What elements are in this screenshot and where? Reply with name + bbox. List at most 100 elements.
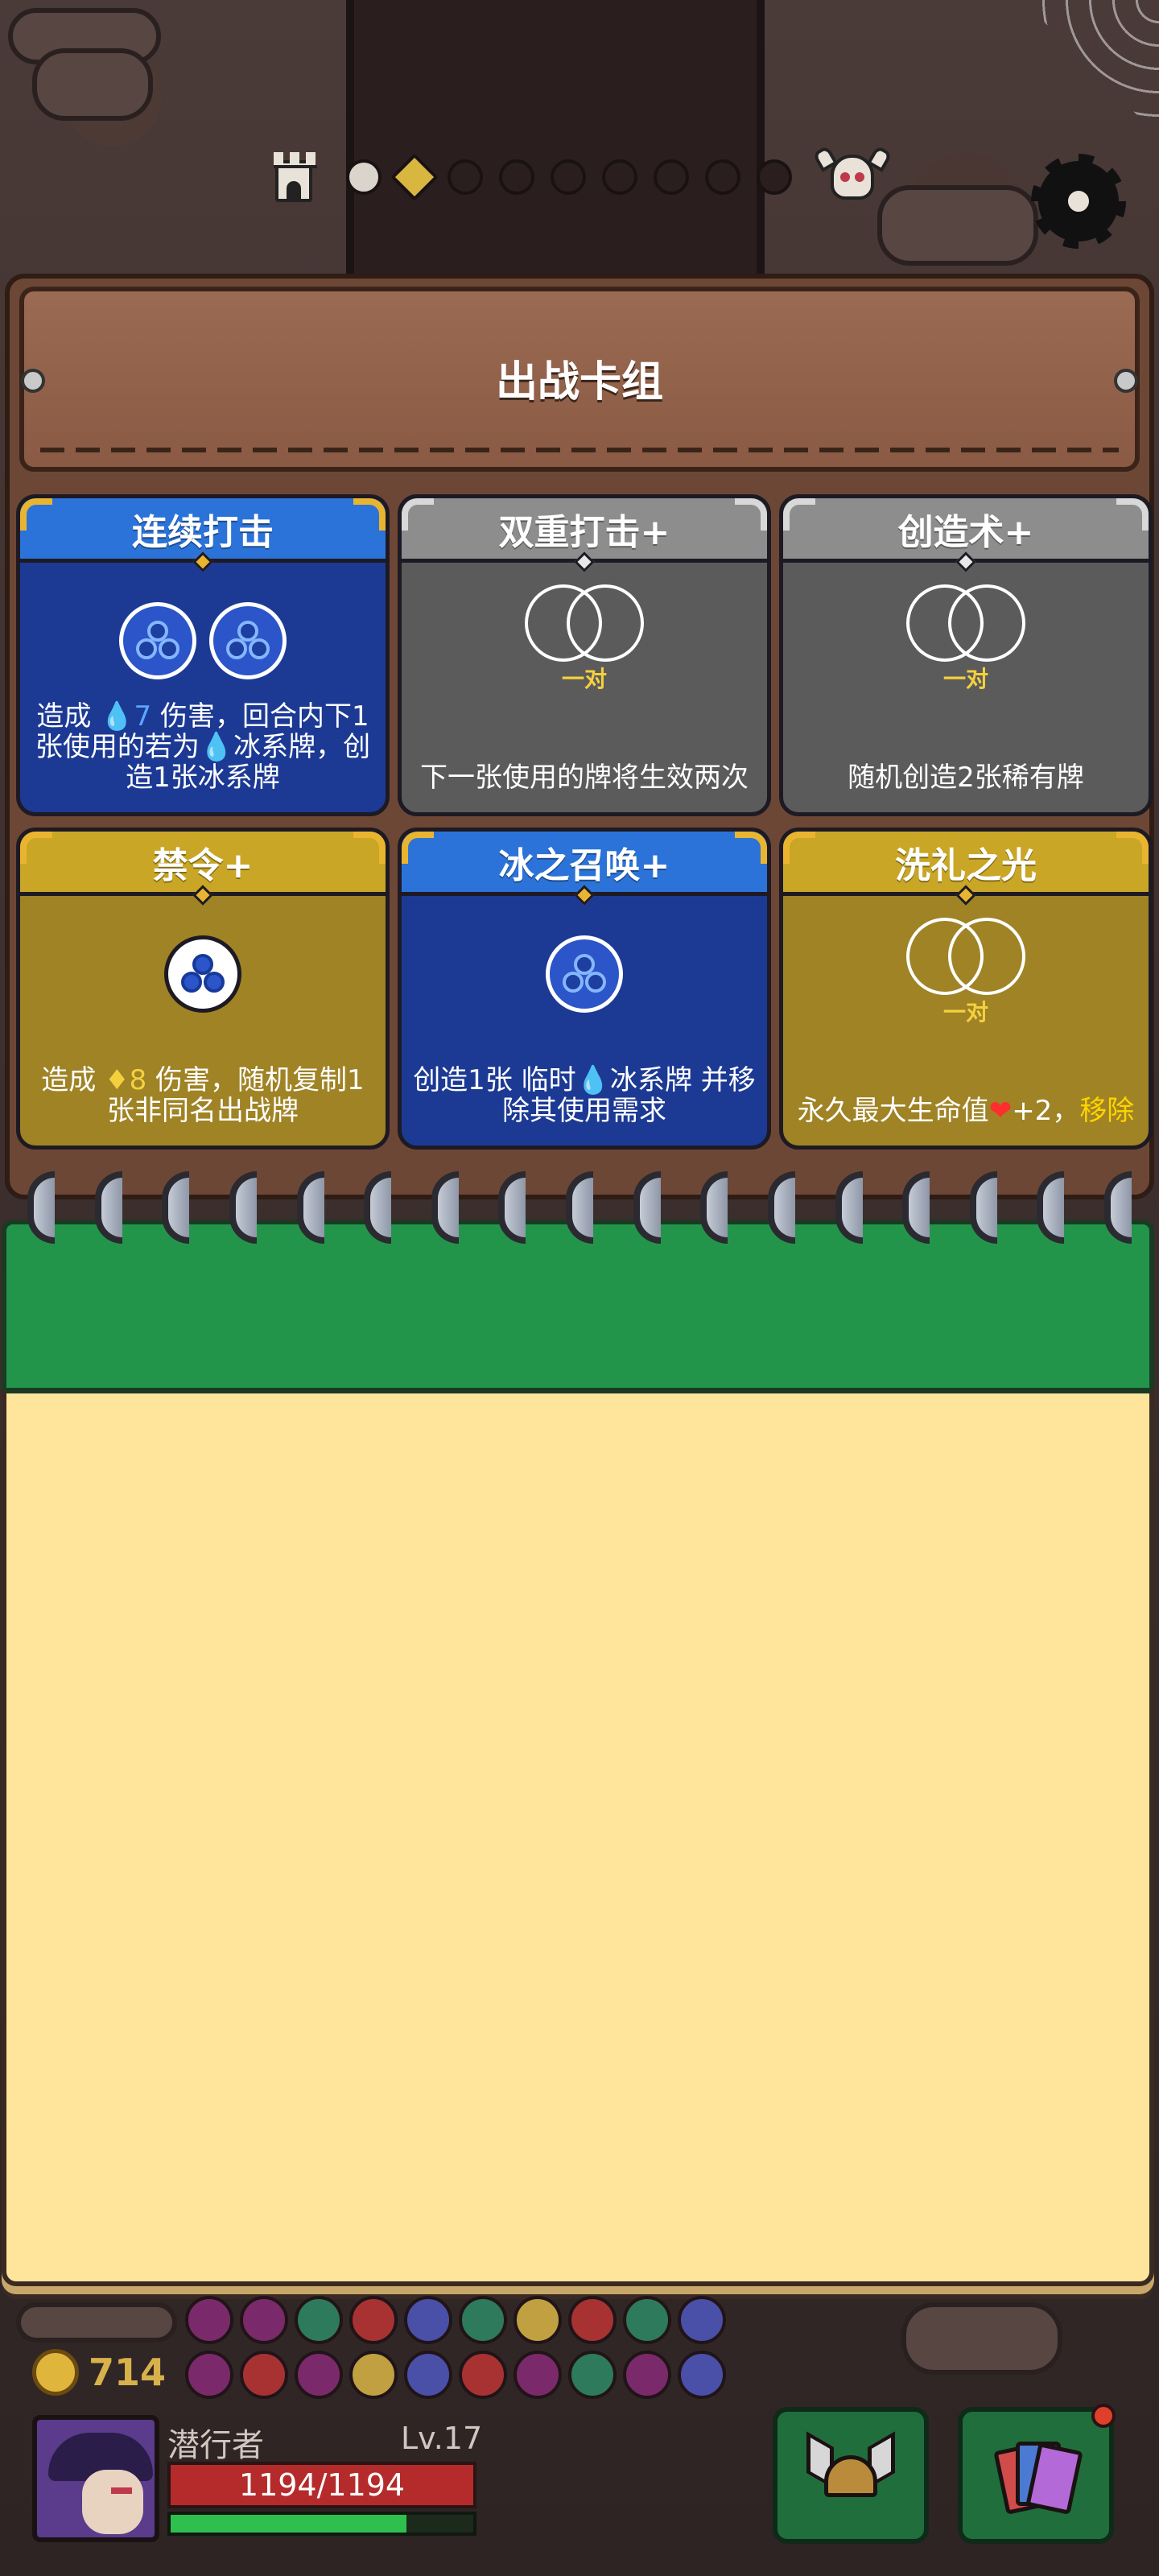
pair-circles-icon bbox=[901, 918, 1030, 998]
notebook-ring bbox=[633, 1171, 661, 1244]
card-corner bbox=[1116, 498, 1149, 530]
notification-dot bbox=[1091, 2404, 1116, 2428]
deck-card[interactable]: 创造术+ 一对 随机创造2张稀有牌 bbox=[779, 494, 1153, 816]
deck-card[interactable]: 洗礼之光 一对 永久最大生命值❤+2，移除 bbox=[779, 828, 1153, 1150]
progress-node bbox=[705, 159, 740, 195]
relic-icon[interactable] bbox=[514, 2296, 562, 2344]
card-body: 创造1张 临时💧冰系牌 并移除其使用需求 bbox=[402, 900, 767, 1146]
progress-node-current bbox=[390, 153, 439, 201]
card-corner bbox=[1116, 832, 1149, 864]
card-description-part: 造成 bbox=[41, 1064, 105, 1096]
player-avatar[interactable] bbox=[32, 2415, 159, 2542]
card-description-part: +2， bbox=[1012, 1095, 1080, 1127]
card-description: 下一张使用的牌将生效两次 bbox=[411, 762, 757, 793]
castle-icon bbox=[266, 149, 322, 205]
card-corner bbox=[402, 832, 434, 864]
notebook-cover-strip bbox=[2, 1220, 1154, 1393]
relic-icon[interactable] bbox=[295, 2296, 343, 2344]
ice-orb-icon bbox=[546, 935, 623, 1013]
notebook-page bbox=[2, 1389, 1154, 2286]
deck-card[interactable]: 连续打击 造成 💧7 伤害，回合内下1张使用的若为💧冰系牌，创造1张冰系牌 bbox=[16, 494, 390, 816]
gear-icon[interactable] bbox=[1031, 154, 1126, 249]
deck-card[interactable]: 双重打击+ 一对 下一张使用的牌将生效两次 bbox=[398, 494, 771, 816]
deck-card[interactable]: 禁令+ 造成 ♦8 伤害，随机复制1张非同名出战牌 bbox=[16, 828, 390, 1150]
card-corner bbox=[735, 832, 767, 864]
cobweb-decoration bbox=[1022, 0, 1159, 137]
notebook-ring bbox=[498, 1171, 526, 1244]
equipment-button[interactable] bbox=[773, 2407, 929, 2544]
notebook-ring bbox=[902, 1171, 930, 1244]
card-description-part: 💧7 bbox=[100, 700, 152, 733]
relic-icon[interactable] bbox=[349, 2351, 398, 2399]
card-description-part: 随机创造2张稀有牌 bbox=[848, 762, 1084, 794]
relic-icon[interactable] bbox=[678, 2296, 726, 2344]
ice-orb-icon bbox=[164, 935, 241, 1013]
relic-icon[interactable] bbox=[514, 2351, 562, 2399]
card-corner bbox=[402, 498, 434, 530]
relic-icon[interactable] bbox=[623, 2351, 671, 2399]
progress-node bbox=[654, 159, 689, 195]
card-corner bbox=[783, 832, 815, 864]
notebook-ring bbox=[1037, 1171, 1065, 1244]
card-description-part: 造成 bbox=[36, 700, 101, 733]
relic-icon[interactable] bbox=[459, 2351, 507, 2399]
pair-circles-icon bbox=[520, 584, 649, 665]
relic-icon[interactable] bbox=[349, 2296, 398, 2344]
notebook-ring bbox=[229, 1171, 257, 1244]
notebook-ring bbox=[364, 1171, 392, 1244]
bg-stone bbox=[901, 2302, 1062, 2375]
deck-panel: 出战卡组 连续打击 造成 💧7 伤害，回合内下1张使用的若为💧冰系牌，创造1张冰系… bbox=[5, 274, 1154, 1199]
ice-orb-icon bbox=[119, 602, 196, 679]
relic-icon[interactable] bbox=[240, 2296, 288, 2344]
relic-icon[interactable] bbox=[623, 2296, 671, 2344]
card-description-part: 移除 bbox=[1079, 1095, 1135, 1127]
notebook-ring bbox=[296, 1171, 324, 1244]
relic-icon[interactable] bbox=[678, 2351, 726, 2399]
deck-button[interactable] bbox=[958, 2407, 1114, 2544]
requirement-label: 一对 bbox=[942, 999, 988, 1026]
relic-icon[interactable] bbox=[185, 2296, 233, 2344]
card-requirement bbox=[402, 584, 767, 665]
relic-icon[interactable] bbox=[295, 2351, 343, 2399]
card-body: 一对 永久最大生命值❤+2，移除 bbox=[783, 900, 1149, 1146]
card-requirement bbox=[783, 918, 1149, 998]
card-description-part: 💧 bbox=[575, 1064, 610, 1096]
deck-card[interactable]: 冰之召唤+ 创造1张 临时💧冰系牌 并移除其使用需求 bbox=[398, 828, 771, 1150]
hp-bar: 1194/1194 bbox=[167, 2462, 476, 2508]
notebook-ring bbox=[767, 1171, 795, 1244]
card-requirement bbox=[783, 584, 1149, 665]
card-corner bbox=[783, 498, 815, 530]
relic-icon[interactable] bbox=[459, 2296, 507, 2344]
progress-node bbox=[346, 159, 382, 195]
progress-node bbox=[448, 159, 483, 195]
card-requirement bbox=[20, 935, 386, 1013]
card-description-part: 下一张使用的牌将生效两次 bbox=[420, 762, 749, 794]
coin-icon bbox=[32, 2349, 79, 2396]
relic-icon[interactable] bbox=[240, 2351, 288, 2399]
notebook-ring bbox=[969, 1171, 997, 1244]
cards-icon bbox=[992, 2435, 1083, 2516]
gold-amount: 714 bbox=[89, 2351, 167, 2394]
notebook-ring bbox=[835, 1171, 863, 1244]
deck-header: 出战卡组 bbox=[19, 287, 1140, 472]
relic-icon[interactable] bbox=[185, 2351, 233, 2399]
card-requirement bbox=[20, 602, 386, 679]
card-description: 创造1张 临时💧冰系牌 并移除其使用需求 bbox=[411, 1065, 757, 1126]
dungeon-path bbox=[346, 0, 765, 274]
relic-icon[interactable] bbox=[568, 2351, 617, 2399]
boss-skull-icon bbox=[811, 145, 893, 209]
progress-node bbox=[757, 159, 792, 195]
relic-icon[interactable] bbox=[568, 2296, 617, 2344]
notebook-ring bbox=[162, 1171, 190, 1244]
relic-icon[interactable] bbox=[404, 2296, 452, 2344]
card-description: 随机创造2张稀有牌 bbox=[793, 762, 1139, 793]
notebook-ring bbox=[1104, 1171, 1132, 1244]
notebook-ring bbox=[566, 1171, 593, 1244]
card-description-part: ♦8 bbox=[105, 1064, 147, 1096]
card-description-part: 创造1张 临时 bbox=[413, 1064, 576, 1096]
stitch-divider bbox=[40, 448, 1119, 452]
relic-icon[interactable] bbox=[404, 2351, 452, 2399]
gold-counter: 714 bbox=[32, 2349, 166, 2396]
player-name: 潜行者 bbox=[167, 2427, 264, 2464]
notebook-ring bbox=[27, 1171, 55, 1244]
